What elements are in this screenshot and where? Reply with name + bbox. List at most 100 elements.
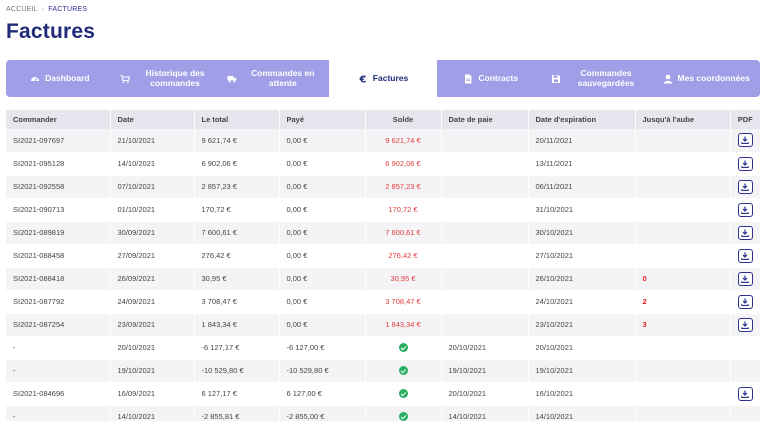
breadcrumb-home-link[interactable]: ACCUEIL (6, 6, 38, 13)
cell-solde (364, 336, 441, 360)
cell-date-paie: 14/10/2021 (440, 405, 528, 421)
paid-check-icon (398, 412, 408, 421)
solde-value: 276,42 € (388, 251, 418, 260)
cell-total: 9 621,74 € (193, 129, 279, 153)
cell-solde: 7 600,61 € (364, 221, 441, 245)
cell-date-expiration: 24/10/2021 (527, 290, 635, 314)
cell-date-expiration: 16/10/2021 (527, 382, 635, 406)
column-header-jusqua[interactable]: Jusqu'à l'aube (634, 110, 730, 129)
cell-date: 14/10/2021 (109, 152, 194, 176)
cell-commander: SI2021-084696 (6, 382, 110, 406)
cell-solde: 1 843,34 € (364, 313, 441, 337)
cell-date-paie (440, 290, 528, 314)
table-row: SI2021-087792 24/09/2021 3 708,47 €0,00 €3… (6, 290, 760, 314)
solde-value: 6 902,06 € (385, 159, 421, 168)
tab-mes-coordonnees[interactable]: Mes coordonnées (652, 60, 761, 97)
cell-date-paie: 19/10/2021 (440, 359, 528, 383)
download-icon (741, 206, 749, 214)
column-header-date-paie[interactable]: Date de paie (440, 110, 528, 129)
invoices-table-wrap: Commander Date Le total Payé Solde Date de pa… (6, 110, 760, 421)
cell-jusqua (634, 405, 730, 421)
column-header-paye[interactable]: Payé (278, 110, 365, 129)
cell-total: 30,95 € (193, 267, 279, 291)
cell-commander: SI2021-097697 (6, 129, 110, 153)
column-header-date[interactable]: Date (109, 110, 194, 129)
download-pdf-button[interactable] (737, 248, 753, 263)
cell-total: 1 843,34 € (193, 313, 279, 337)
cell-jusqua (634, 382, 730, 406)
table-row: SI2021-090713 01/10/2021 170,72 €0,00 €170… (6, 198, 760, 222)
tab-label: Dashboard (45, 72, 90, 83)
table-row: SI2021-092558 07/10/2021 2 857,23 €0,00 €2… (6, 175, 760, 199)
cell-date-paie: 20/10/2021 (440, 382, 528, 406)
tab-contracts[interactable]: Contracts (436, 60, 545, 97)
cell-date-paie (440, 221, 528, 245)
tab-dashboard[interactable]: Dashboard (6, 60, 114, 97)
download-icon (741, 252, 749, 260)
download-pdf-button[interactable] (737, 202, 753, 217)
column-header-commander[interactable]: Commander (6, 110, 110, 129)
cell-pdf (729, 336, 760, 360)
cell-solde: 6 902,06 € (364, 152, 441, 176)
tab-factures[interactable]: € Factures (329, 60, 437, 97)
cell-date: 16/09/2021 (109, 382, 194, 406)
tab-bar: Dashboard Historique des commandes Command… (6, 60, 761, 97)
download-pdf-button[interactable] (737, 179, 753, 194)
download-pdf-button[interactable] (737, 225, 753, 240)
cell-paye: -10 529,80 € (278, 359, 365, 383)
download-pdf-button[interactable] (737, 386, 753, 401)
cell-commander: SI2021-090713 (6, 198, 110, 222)
cell-date-expiration: 14/10/2021 (527, 405, 635, 421)
download-pdf-button[interactable] (737, 133, 753, 148)
cell-total: -6 127,17 € (193, 336, 279, 360)
cell-solde: 30,95 € (364, 267, 441, 291)
cell-date-paie (440, 198, 528, 222)
cell-date-paie (440, 152, 528, 176)
cell-date: 30/09/2021 (109, 221, 194, 245)
cell-date-expiration: 30/10/2021 (527, 221, 635, 245)
cell-total: 3 708,47 € (193, 290, 279, 314)
cell-commander: SI2021-088458 (6, 244, 110, 268)
cell-date-expiration: 13/11/2021 (527, 152, 635, 176)
cell-total: 6 127,17 € (193, 382, 279, 406)
cell-jusqua (634, 129, 730, 153)
cell-date: 07/10/2021 (109, 175, 194, 199)
cell-pdf (729, 382, 760, 406)
solde-value: 1 843,34 € (385, 320, 421, 329)
cell-jusqua: 2 (634, 290, 730, 314)
download-icon (741, 390, 749, 398)
download-pdf-button[interactable] (737, 317, 753, 332)
cell-pdf (729, 221, 760, 245)
download-pdf-button[interactable] (737, 294, 753, 309)
cell-commander: SI2021-092558 (6, 175, 110, 199)
column-header-total[interactable]: Le total (193, 110, 279, 129)
tab-label: Commandes sauvegardées (577, 67, 635, 88)
column-header-solde[interactable]: Solde (364, 110, 441, 129)
column-header-pdf[interactable]: PDF (729, 110, 760, 129)
download-pdf-button[interactable] (737, 271, 753, 286)
solde-value: 7 600,61 € (385, 228, 421, 237)
cell-date: 24/09/2021 (109, 290, 194, 314)
cell-solde: 9 621,74 € (364, 129, 441, 153)
cell-total: 276,42 € (193, 244, 279, 268)
cell-date-expiration: 26/10/2021 (527, 267, 635, 291)
table-row: SI2021-088458 27/09/2021 276,42 €0,00 €276… (6, 244, 760, 268)
cell-paye: 0,00 € (278, 267, 365, 291)
cart-icon (120, 74, 130, 84)
cell-date-expiration: 19/10/2021 (527, 359, 635, 383)
tab-label: Mes coordonnées (677, 72, 750, 83)
tab-commandes-sauvegardees[interactable]: Commandes sauvegardées (544, 60, 653, 97)
cell-date-expiration: 20/11/2021 (527, 129, 635, 153)
cell-date-expiration: 20/10/2021 (527, 336, 635, 360)
column-header-date-expiration[interactable]: Date d'expiration (527, 110, 635, 129)
table-row: -14/10/2021 -2 855,81 € -2 855,00 €14/10/2… (6, 405, 760, 421)
cell-paye: 0,00 € (278, 175, 365, 199)
table-row: SI2021-097697 21/10/2021 9 621,74 €0,00 €9… (6, 129, 760, 153)
download-pdf-button[interactable] (737, 156, 753, 171)
tab-commandes-en-attente[interactable]: Commandes en attente (221, 60, 330, 97)
tab-historique-des-commandes[interactable]: Historique des commandes (113, 60, 222, 97)
cell-jusqua (634, 336, 730, 360)
truck-icon (227, 74, 237, 84)
cell-commander: SI2021-089819 (6, 221, 110, 245)
cell-pdf (729, 175, 760, 199)
